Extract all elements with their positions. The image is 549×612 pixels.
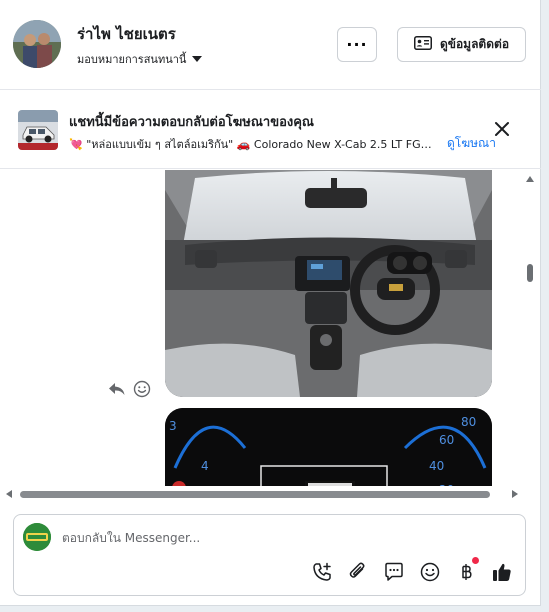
- page-avatar: [23, 523, 51, 551]
- assign-conversation-dropdown[interactable]: มอบหมายการสนทนานี้: [77, 50, 203, 68]
- svg-text:4: 4: [201, 459, 209, 473]
- notification-dot: [472, 557, 479, 564]
- reply-icon[interactable]: [108, 380, 126, 398]
- horizontal-scroll-thumb[interactable]: [20, 491, 490, 498]
- svg-text:80: 80: [461, 415, 476, 429]
- chevron-down-icon: [192, 56, 203, 62]
- scroll-up-arrow[interactable]: [526, 176, 534, 182]
- scroll-right-arrow[interactable]: [512, 490, 518, 498]
- contact-card-icon: [413, 36, 432, 53]
- view-ad-link[interactable]: ดูโฆษณา: [447, 134, 496, 153]
- scroll-left-arrow[interactable]: [6, 490, 12, 498]
- contact-avatar[interactable]: [13, 20, 61, 68]
- ad-reply-banner: แชทนี้มีข้อความตอบกลับต่อโฆษณาของคุณ 💘 "…: [0, 91, 541, 169]
- view-contact-info-button[interactable]: ดูข้อมูลติดต่อ: [397, 27, 526, 62]
- close-icon[interactable]: [492, 119, 512, 139]
- reply-input[interactable]: [62, 527, 502, 549]
- ad-description: 💘 "หล่อแบบเข้ม ๆ สไตล์อเมริกัน" 🚗 Colora…: [69, 138, 432, 151]
- message-list[interactable]: 3 4 80 60 40 20: [0, 170, 541, 486]
- message-photo-car-interior[interactable]: [165, 170, 492, 397]
- attach-icon[interactable]: [347, 561, 369, 583]
- conversation-panel: ร่าไพ ไชยเนตร มอบหมายการสนทนานี้ ··· ดูข…: [0, 0, 541, 606]
- vertical-scroll-thumb[interactable]: [527, 264, 533, 282]
- svg-text:40: 40: [429, 459, 444, 473]
- add-call-icon[interactable]: [311, 561, 333, 583]
- conversation-header: ร่าไพ ไชยเนตร มอบหมายการสนทนานี้ ··· ดูข…: [0, 0, 541, 90]
- emoji-icon[interactable]: [419, 561, 441, 583]
- reply-composer: [13, 514, 526, 596]
- svg-text:20: 20: [439, 483, 454, 486]
- thumbs-up-icon[interactable]: [491, 561, 513, 583]
- contact-info-label: ดูข้อมูลติดต่อ: [439, 37, 510, 51]
- contact-name[interactable]: ร่าไพ ไชยเนตร: [77, 22, 176, 46]
- baht-payment-icon[interactable]: [455, 561, 477, 583]
- more-options-button[interactable]: ···: [337, 27, 377, 62]
- saved-reply-icon[interactable]: [383, 561, 405, 583]
- svg-text:3: 3: [169, 419, 177, 433]
- assign-label: มอบหมายการสนทนานี้: [77, 53, 187, 66]
- emoji-icon[interactable]: [133, 380, 151, 398]
- svg-text:60: 60: [439, 433, 454, 447]
- banner-title: แชทนี้มีข้อความตอบกลับต่อโฆษณาของคุณ: [69, 115, 314, 130]
- message-photo-gauge-cluster[interactable]: 3 4 80 60 40 20: [165, 408, 492, 486]
- vertical-scrollbar[interactable]: [523, 170, 537, 486]
- ad-thumbnail[interactable]: [18, 110, 58, 150]
